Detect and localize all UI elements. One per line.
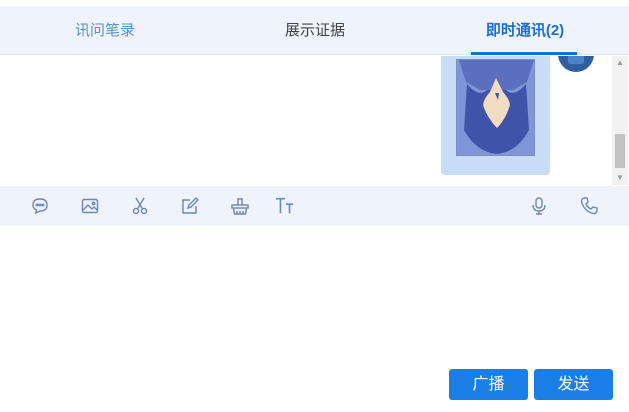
emoji-icon[interactable] [30, 196, 50, 216]
broadcast-button[interactable]: 广播 [449, 369, 528, 400]
scroll-down-arrow-icon[interactable]: ▼ [612, 171, 628, 185]
active-tab-indicator [471, 52, 577, 55]
tab-show-evidence[interactable]: 展示证据 [250, 6, 380, 55]
avatar[interactable] [558, 56, 594, 72]
tab-interrogation-record[interactable]: 讯问笔录 [40, 6, 170, 55]
message-list[interactable] [0, 56, 629, 185]
send-button[interactable]: 发送 [534, 369, 613, 400]
edit-icon[interactable] [180, 196, 200, 216]
tab-bar: 讯问笔录 展示证据 即时通讯(2) [0, 6, 629, 55]
basket-icon[interactable] [230, 196, 250, 216]
phone-icon[interactable] [579, 196, 599, 216]
microphone-icon[interactable] [529, 196, 549, 216]
tab-instant-messaging[interactable]: 即时通讯(2) [460, 6, 590, 55]
message-image[interactable] [456, 59, 535, 156]
image-message-bubble[interactable] [441, 56, 550, 175]
message-scrollbar[interactable]: ▲ ▼ [612, 56, 628, 185]
scissors-icon[interactable] [130, 196, 150, 216]
scroll-thumb[interactable] [615, 134, 625, 168]
chat-toolbar [0, 186, 629, 226]
scroll-up-arrow-icon[interactable]: ▲ [612, 56, 628, 70]
image-icon[interactable] [80, 196, 100, 216]
text-size-icon[interactable] [275, 196, 297, 216]
message-image-graphic [457, 60, 534, 155]
